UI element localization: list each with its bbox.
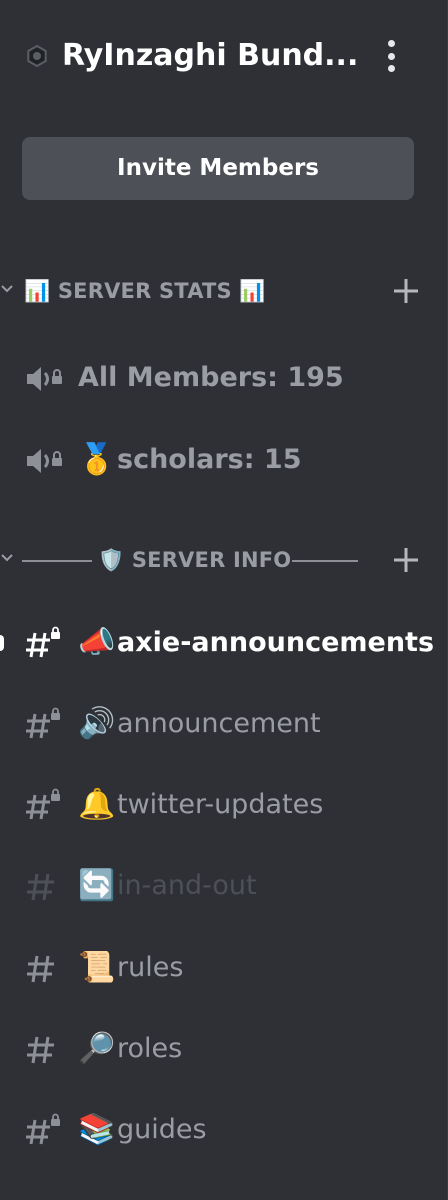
add-channel-icon[interactable] [390, 544, 422, 576]
category-label: 📊 SERVER STATS 📊 [24, 279, 266, 303]
category-server-stats[interactable]: 📊 SERVER STATS 📊 [0, 271, 448, 311]
text-channel-twitter-updates[interactable]: 🔔 twitter-updates [0, 775, 448, 835]
scroll-emoji-icon: 📜 [78, 950, 116, 985]
divider-line [292, 560, 358, 562]
text-channel-guides[interactable]: 📚 guides [0, 1100, 448, 1160]
text-channel-in-and-out[interactable]: 🔄 in-and-out [0, 856, 448, 916]
invite-members-button[interactable]: Invite Members [22, 137, 414, 200]
server-header[interactable]: RyInzaghi Bund... [0, 0, 448, 112]
category-server-info[interactable]: 🛡️ SERVER INFO [0, 540, 448, 580]
channel-label: scholars: 15 [117, 444, 302, 475]
locked-hash-icon [26, 788, 60, 820]
medal-emoji-icon: 🥇 [78, 442, 116, 477]
category-label: 🛡️ SERVER INFO [98, 548, 292, 572]
channel-label: guides [117, 1114, 207, 1145]
locked-hash-icon [26, 1113, 60, 1145]
channel-label: in-and-out [117, 870, 257, 901]
server-menu-icon[interactable] [380, 38, 402, 74]
hash-icon [27, 873, 54, 901]
channel-label: rules [117, 952, 184, 983]
speaker-emoji-icon: 🔊 [78, 706, 116, 741]
locked-speaker-icon [27, 367, 62, 391]
hash-icon [27, 955, 54, 983]
server-boost-icon [27, 45, 47, 67]
channel-sidebar: RyInzaghi Bund... Invite Members 📊 SERVE… [0, 0, 448, 1200]
voice-channel-scholars[interactable]: 🥇 scholars: 15 [0, 430, 448, 490]
locked-hash-icon [26, 626, 60, 658]
books-emoji-icon: 📚 [78, 1112, 116, 1147]
voice-channel-all-members[interactable]: All Members: 195 [0, 348, 448, 408]
chevron-down-icon [1, 554, 13, 562]
locked-speaker-icon [27, 449, 62, 473]
channel-label: roles [117, 1033, 183, 1064]
chevron-down-icon [1, 285, 13, 293]
text-channel-axie-announcements[interactable]: 📣 axie-announcements [0, 613, 448, 673]
locked-hash-icon [26, 707, 60, 739]
server-name: RyInzaghi Bund... [62, 38, 359, 73]
channel-label: announcement [117, 708, 321, 739]
hash-icon [27, 1036, 54, 1064]
text-channel-announcement[interactable]: 🔊 announcement [0, 694, 448, 754]
arrows-emoji-icon: 🔄 [78, 868, 116, 903]
text-channel-rules[interactable]: 📜 rules [0, 938, 448, 998]
magnifier-emoji-icon: 🔎 [78, 1031, 116, 1066]
divider-line [22, 560, 92, 562]
channel-label: axie-announcements [117, 627, 435, 658]
text-channel-roles[interactable]: 🔎 roles [0, 1019, 448, 1079]
channel-label: All Members: 195 [78, 362, 344, 393]
channel-label: twitter-updates [117, 789, 324, 820]
megaphone-emoji-icon: 📣 [78, 625, 116, 660]
add-channel-icon[interactable] [390, 275, 422, 307]
bell-emoji-icon: 🔔 [78, 787, 116, 822]
unread-indicator [0, 635, 4, 651]
